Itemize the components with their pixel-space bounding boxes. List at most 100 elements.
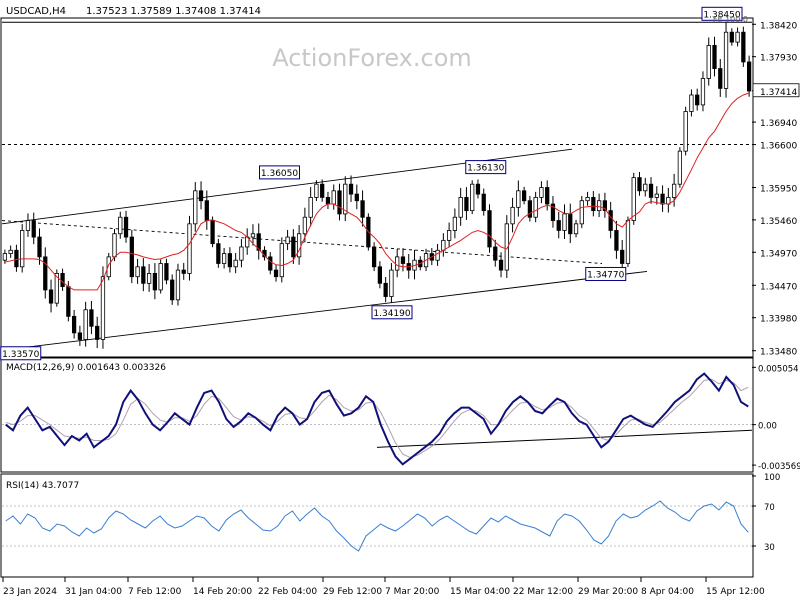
candle-body — [741, 31, 746, 63]
price-y-tick-label: 1.36600 — [760, 142, 797, 152]
candle-body — [475, 183, 481, 195]
candle-body — [648, 183, 654, 198]
fib-label: FE 100.0 — [713, 15, 748, 24]
candle-body — [452, 216, 458, 231]
candle-body — [233, 259, 238, 268]
candle-body — [325, 197, 331, 205]
candle-body — [302, 216, 308, 235]
candle-body — [441, 239, 446, 251]
candle-body — [625, 220, 631, 264]
candle-body — [654, 193, 659, 198]
candle-body — [481, 193, 486, 212]
candle-body — [562, 213, 567, 231]
candle-body — [723, 31, 729, 89]
candle-body — [8, 249, 13, 254]
candle-body — [545, 187, 550, 205]
candle-body — [539, 187, 544, 198]
candle-body — [395, 256, 400, 271]
candle-body — [493, 246, 498, 261]
candle-body — [677, 150, 683, 185]
candle-body — [71, 315, 77, 334]
candle-body — [285, 236, 290, 245]
price-y-tick-label: 1.38420 — [760, 21, 797, 31]
candle-body — [573, 223, 579, 235]
x-tick-label: 22 Feb 04:00 — [258, 587, 317, 597]
chart-canvas: ActionForex.com USDCAD,H4 1.37523 1.3758… — [0, 0, 800, 600]
macd-y-tick-label: -0.003569 — [758, 462, 800, 472]
candle-body — [129, 236, 134, 278]
candle-body — [239, 246, 244, 261]
candle-body — [337, 190, 342, 215]
price-annotation-label: 1.36050 — [261, 169, 298, 179]
candle-body — [631, 177, 636, 221]
candle-body — [314, 183, 319, 198]
candle-body — [689, 94, 694, 112]
price-annotation-label: 1.34770 — [587, 270, 624, 280]
chart-window: ActionForex.com USDCAD,H4 1.37523 1.3758… — [0, 0, 800, 600]
candle-body — [614, 230, 619, 251]
x-tick-label: 15 Apr 12:00 — [706, 587, 765, 597]
candle-body — [718, 68, 723, 89]
candle-body — [66, 286, 71, 317]
candle-body — [60, 273, 65, 288]
price-y-tick-label: 1.34470 — [760, 282, 797, 292]
candle-body — [620, 249, 625, 264]
candle-body — [100, 276, 106, 340]
candle-body — [643, 183, 648, 192]
candle-body — [227, 253, 233, 268]
candle-body — [671, 183, 677, 198]
candle-body — [700, 78, 706, 106]
candle-body — [112, 233, 117, 258]
macd-title: MACD(12,26,9) 0.001643 0.003326 — [6, 363, 166, 373]
x-tick-label: 22 Mar 12:00 — [513, 587, 573, 597]
candle-body — [348, 183, 354, 195]
candle-body — [470, 183, 475, 212]
candle-body — [464, 197, 469, 212]
candle-body — [683, 111, 688, 152]
candle-body — [187, 223, 192, 274]
background — [0, 0, 800, 600]
price-annotation-label: 1.33570 — [2, 350, 39, 360]
candle-body — [510, 206, 515, 225]
candle-body — [152, 273, 158, 291]
candle-body — [164, 263, 169, 281]
candle-body — [371, 246, 377, 268]
candle-body — [175, 269, 181, 301]
candle-body — [123, 216, 129, 238]
x-tick-label: 15 Mar 04:00 — [450, 587, 510, 597]
candle-body — [446, 230, 452, 241]
candle-body — [43, 256, 48, 291]
candle-body — [210, 220, 215, 245]
candle-body — [250, 233, 256, 238]
candle-body — [141, 266, 146, 284]
candle-body — [354, 193, 359, 202]
price-y-tick-label: 1.37414 — [760, 88, 797, 98]
candle-body — [320, 183, 325, 198]
candle-body — [435, 249, 440, 261]
x-tick-label: 31 Jan 04:00 — [65, 587, 122, 597]
price-annotation-label: 1.36130 — [467, 164, 504, 174]
candle-body — [158, 263, 163, 291]
price-y-tick-label: 1.37930 — [760, 54, 797, 64]
candle-body — [735, 31, 740, 43]
candle-body — [389, 269, 394, 297]
candle-body — [135, 266, 140, 278]
x-tick-label: 29 Feb 12:00 — [323, 587, 382, 597]
x-tick-label: 8 Apr 04:00 — [641, 587, 694, 597]
candle-body — [118, 216, 123, 235]
watermark: ActionForex.com — [272, 44, 472, 72]
candle-body — [204, 200, 209, 221]
candle-body — [660, 193, 665, 205]
candle-body — [516, 190, 521, 208]
x-tick-label: 23 Jan 2024 — [3, 587, 57, 597]
candle-body — [14, 249, 19, 268]
symbol-label: USDCAD,H4 — [6, 6, 66, 17]
candle-body — [25, 220, 31, 231]
candle-body — [216, 243, 221, 264]
rsi-y-tick-label: 100 — [764, 473, 780, 483]
candle-body — [527, 200, 533, 218]
candle-body — [383, 282, 388, 297]
candle-body — [48, 289, 54, 304]
x-tick-label: 14 Feb 20:00 — [193, 587, 252, 597]
candle-body — [487, 210, 492, 248]
